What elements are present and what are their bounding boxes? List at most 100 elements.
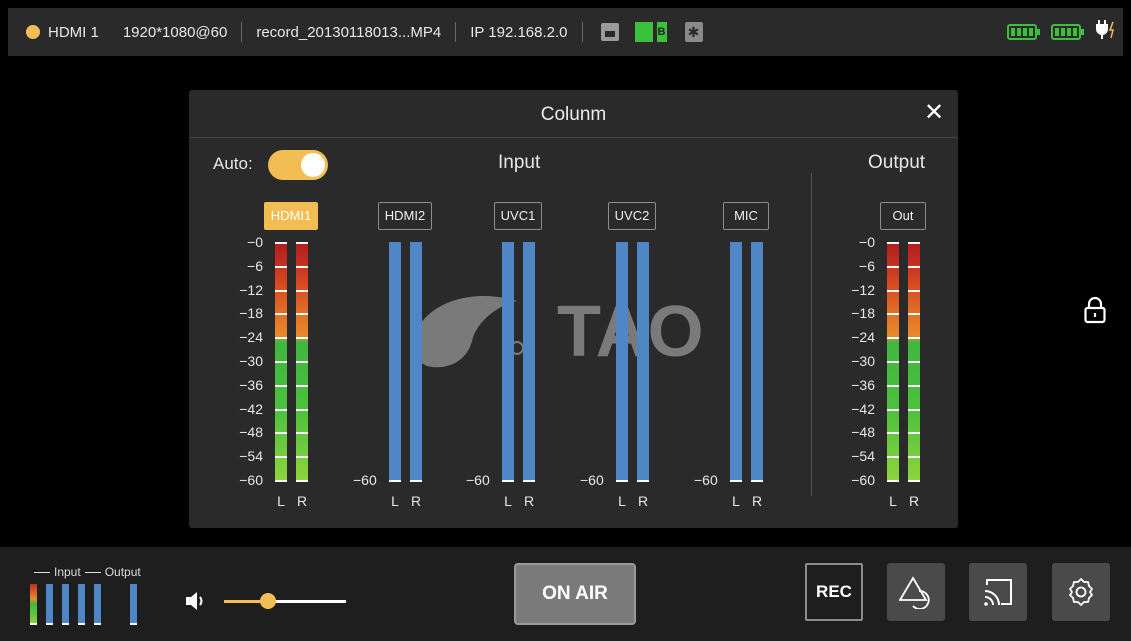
db-scale-label: −60 (239, 472, 263, 488)
meter-floor (616, 480, 628, 482)
meter-tick (908, 337, 920, 340)
meter-tick (275, 456, 287, 459)
channel-label-hdmi2[interactable]: HDMI2 (377, 202, 433, 230)
meter-tick (887, 408, 899, 411)
rec-button[interactable]: REC (805, 563, 863, 621)
meter-tick (887, 361, 899, 363)
meter-tick (296, 408, 308, 411)
toggle-knob (301, 153, 325, 177)
db-min-label: −60 (466, 472, 490, 488)
meter-tick (275, 408, 287, 411)
meter-tick (275, 313, 287, 316)
channel-label-uvc2[interactable]: UVC2 (607, 202, 657, 230)
db-scale-label: −36 (239, 376, 263, 393)
mini-input-label: Input (54, 565, 81, 579)
db-scale-label: −0 (859, 234, 875, 250)
db-scale-label: −36 (851, 376, 875, 393)
meter-tick (275, 265, 287, 268)
shapes-icon (899, 576, 930, 609)
meter-bar-l (502, 242, 514, 482)
meter-tick (908, 289, 920, 292)
meter-tick (887, 242, 899, 244)
meter-bar-l (275, 242, 287, 482)
channel-r-label: R (296, 493, 308, 509)
switcher-button[interactable] (887, 563, 945, 621)
volume-slider-thumb[interactable] (259, 593, 276, 609)
channel-r-label: R (523, 493, 535, 509)
source-status-dot (26, 25, 40, 39)
source-name: HDMI 1 (48, 23, 99, 41)
meter-floor (751, 480, 763, 482)
meter-tick (296, 456, 308, 459)
battery-icon (1051, 24, 1084, 40)
db-scale-label: −0 (247, 234, 263, 250)
channel-label-uvc1[interactable]: UVC1 (493, 202, 543, 230)
meter-tick (887, 432, 899, 435)
close-icon[interactable]: ✕ (922, 101, 946, 126)
mini-meter-floor (78, 623, 85, 625)
divider (455, 22, 457, 42)
cast-button[interactable] (969, 563, 1027, 621)
meter-tick (887, 337, 899, 340)
db-scale-label: −18 (239, 305, 263, 322)
meter-tick (908, 480, 920, 482)
meter-bar-l (887, 242, 899, 482)
meter-tick (296, 480, 308, 482)
section-divider (811, 173, 812, 496)
meter-tick (887, 456, 899, 459)
db-scale-label: −54 (851, 448, 875, 465)
meter-bar-r (751, 242, 763, 482)
battery-icon (1007, 24, 1040, 40)
db-scale-label: −18 (851, 305, 875, 322)
meter-tick (887, 313, 899, 316)
meter-tick (908, 456, 920, 459)
lock-icon[interactable] (1084, 296, 1106, 324)
mini-output-meter (130, 584, 137, 625)
meter-bar-r (410, 242, 422, 482)
db-scale-label: −48 (239, 424, 263, 441)
auto-toggle[interactable] (268, 150, 328, 180)
db-scale-label: −6 (247, 257, 263, 274)
db-scale-label: −54 (239, 448, 263, 465)
mini-meter-floor (46, 623, 53, 625)
meter-floor (502, 480, 514, 482)
mini-input-meter (78, 584, 85, 625)
divider (581, 22, 583, 42)
mini-input-meter (62, 584, 69, 625)
db-scale: −0 −6 −12 −18 −24 −30 −36 −42 −48 −54 −60 (229, 234, 263, 488)
channel-l-label: L (889, 493, 897, 509)
mini-meter-floor (30, 623, 37, 625)
channel-label-hdmi1[interactable]: HDMI1 (263, 202, 319, 230)
meter-tick (908, 384, 920, 387)
mini-input-meter (94, 584, 101, 625)
channel-r-label: R (751, 493, 763, 509)
mini-input-meter (46, 584, 53, 625)
mini-output-label: Output (104, 565, 141, 579)
meter-tick (887, 384, 899, 387)
meter-bar-l (730, 242, 742, 482)
meter-tick (908, 242, 920, 244)
meter-bar-r (523, 242, 535, 482)
db-scale-label: −30 (851, 353, 875, 369)
divider (241, 22, 243, 42)
db-scale-label: −42 (851, 400, 875, 417)
db-scale-label: −6 (859, 257, 875, 274)
resolution-readout: 1920*1080@60 (122, 23, 228, 41)
meter-tick (275, 337, 287, 340)
output-heading: Output (868, 152, 926, 173)
meter-tick (296, 242, 308, 244)
meter-tick (908, 265, 920, 268)
meter-bar-l (389, 242, 401, 482)
cast-icon (984, 579, 1012, 606)
on-air-button[interactable]: ON AIR (514, 563, 636, 625)
channel-label-out[interactable]: Out (880, 202, 926, 230)
db-scale-label: −24 (851, 329, 875, 346)
channel-label-mic[interactable]: MIC (723, 202, 769, 230)
settings-button[interactable] (1052, 563, 1110, 621)
power-plug-icon (1095, 18, 1117, 46)
meter-tick (275, 480, 287, 482)
db-min-label: −60 (353, 472, 377, 488)
volume-icon[interactable] (184, 590, 208, 612)
meter-tick (275, 289, 287, 292)
meter-tick (275, 361, 287, 363)
